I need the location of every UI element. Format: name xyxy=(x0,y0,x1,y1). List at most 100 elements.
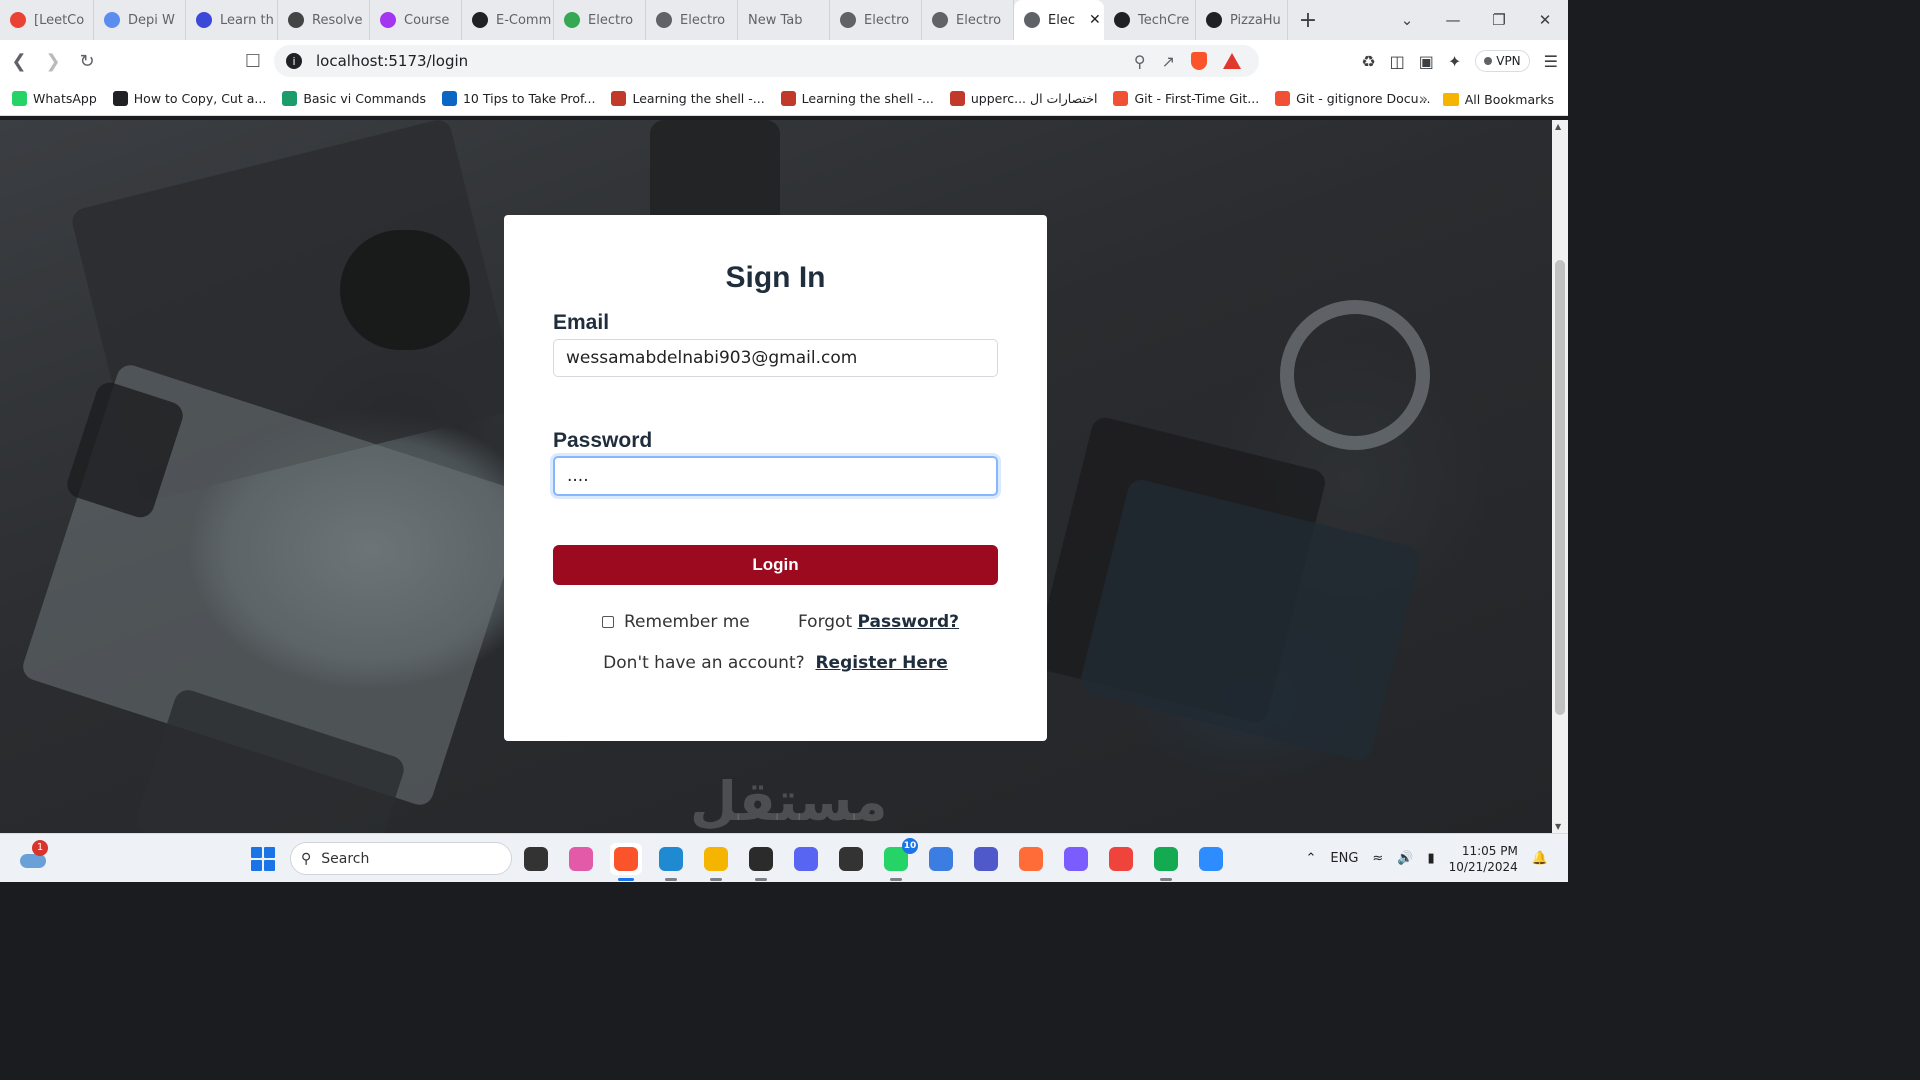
tab-search-chevron-icon[interactable]: ⌄ xyxy=(1384,11,1430,29)
tab-title: Electro xyxy=(680,12,726,28)
file-manager-icon[interactable] xyxy=(520,843,552,875)
browser-tab[interactable]: Electro xyxy=(646,0,738,40)
folder-icon xyxy=(1442,92,1459,106)
register-prompt: Don't have an account? Register Here xyxy=(504,653,1047,673)
vscode-icon[interactable] xyxy=(655,843,687,881)
postman-icon[interactable] xyxy=(1015,843,1047,875)
url-text[interactable]: localhost:5173/login xyxy=(316,52,468,70)
start-button[interactable] xyxy=(251,847,275,871)
bookmark-item[interactable]: Git - gitignore Docu... xyxy=(1267,91,1438,106)
browser-tab[interactable]: TechCre xyxy=(1104,0,1196,40)
password-label: Password xyxy=(553,429,653,452)
browser-tab[interactable]: New Tab xyxy=(738,0,830,40)
bookmark-item[interactable]: WhatsApp xyxy=(4,91,105,106)
bookmark-label: WhatsApp xyxy=(33,91,97,106)
browser-tab[interactable]: PizzaHu xyxy=(1196,0,1288,40)
back-icon[interactable]: ❮ xyxy=(4,51,34,72)
weather-widget[interactable]: 1 xyxy=(18,840,48,870)
address-bar[interactable]: i localhost:5173/login ⚲ ↗ xyxy=(274,45,1259,77)
vpn-button[interactable]: VPN xyxy=(1475,50,1530,72)
forgot-password-link[interactable]: Password? xyxy=(858,612,960,632)
brave-browser-icon[interactable] xyxy=(610,843,642,881)
password-field[interactable] xyxy=(553,456,998,496)
notifications-icon[interactable]: 🔔 xyxy=(1532,851,1548,866)
browser-tab[interactable]: Course xyxy=(370,0,462,40)
notepad-icon[interactable] xyxy=(925,843,957,875)
toolbar-right: ♻ ◫ ▣ ✦ VPN ☰ xyxy=(1361,40,1558,82)
register-link[interactable]: Register Here xyxy=(815,653,947,673)
mongodb-compass-icon[interactable] xyxy=(1150,843,1182,881)
tray-overflow-icon[interactable]: ⌃ xyxy=(1305,851,1316,866)
sidebar-icon[interactable]: ◫ xyxy=(1390,52,1405,71)
bookmark-item[interactable]: Learning the shell -... xyxy=(773,91,942,106)
whatsapp-icon[interactable]: 10 xyxy=(880,838,918,881)
browser-tab[interactable]: Elec ✕ xyxy=(1014,0,1104,40)
brave-shields-icon[interactable] xyxy=(1191,52,1207,70)
browser-tab[interactable]: [LeetCo xyxy=(0,0,94,40)
anydesk-icon[interactable] xyxy=(1105,843,1137,875)
extensions-icon[interactable]: ♻ xyxy=(1361,52,1375,71)
key-icon[interactable]: ⚲ xyxy=(1134,52,1146,71)
teams-icon[interactable] xyxy=(970,843,1002,875)
zoom-icon[interactable] xyxy=(1195,843,1227,875)
all-bookmarks[interactable]: All Bookmarks xyxy=(1442,82,1554,116)
share-icon[interactable]: ↗ xyxy=(1162,52,1175,71)
app-glyph xyxy=(1019,847,1043,871)
bookmark-item[interactable]: Learning the shell -... xyxy=(603,91,772,106)
wallet-icon[interactable]: ▣ xyxy=(1419,52,1434,71)
bookmark-label: Git - gitignore Docu... xyxy=(1296,91,1431,106)
unity-icon[interactable] xyxy=(835,843,867,875)
remember-me-checkbox[interactable] xyxy=(602,616,614,628)
copilot-icon[interactable] xyxy=(565,843,597,875)
bookmark-favicon-icon xyxy=(949,91,965,106)
close-tab-icon[interactable]: ✕ xyxy=(1089,12,1101,28)
site-info-icon[interactable]: i xyxy=(286,53,302,69)
bookmark-icon[interactable]: ☐ xyxy=(238,51,268,72)
new-tab-button[interactable]: + xyxy=(1288,8,1328,33)
wifi-icon[interactable]: ≈ xyxy=(1372,851,1383,866)
browser-tab[interactable]: Electro xyxy=(830,0,922,40)
bookmark-label: Learning the shell -... xyxy=(801,91,934,106)
leo-ai-icon[interactable]: ✦ xyxy=(1448,52,1461,71)
email-field[interactable] xyxy=(553,339,998,377)
browser-tab[interactable]: Electro xyxy=(554,0,646,40)
browser-tab[interactable]: E-Comm xyxy=(462,0,554,40)
login-button[interactable]: Login xyxy=(553,545,998,585)
file-explorer-icon[interactable] xyxy=(700,843,732,881)
taskbar-search[interactable]: ⚲ Search xyxy=(290,842,512,875)
reload-icon[interactable]: ↻ xyxy=(72,51,102,72)
bookmark-item[interactable]: upperc... اختصارات ال xyxy=(942,91,1106,106)
volume-icon[interactable]: 🔊 xyxy=(1397,851,1413,866)
more-bookmarks-icon[interactable]: » xyxy=(1419,90,1428,108)
clock[interactable]: 11:05 PM 10/21/2024 xyxy=(1449,843,1518,875)
minimize-icon[interactable]: — xyxy=(1430,11,1476,29)
browser-tab[interactable]: Depi W xyxy=(94,0,186,40)
browser-tab[interactable]: Learn th xyxy=(186,0,278,40)
menu-icon[interactable]: ☰ xyxy=(1544,52,1558,71)
bookmark-item[interactable]: Basic vi Commands xyxy=(274,91,434,106)
language-indicator[interactable]: ENG xyxy=(1330,851,1358,866)
udemy-course-icon xyxy=(380,12,396,28)
battery-icon[interactable]: ▮ xyxy=(1427,851,1434,866)
scroll-down-icon[interactable]: ▼ xyxy=(1555,822,1561,831)
bookmark-item[interactable]: Git - First-Time Git... xyxy=(1105,91,1267,106)
camera-lens-image xyxy=(340,230,470,350)
scroll-up-icon[interactable]: ▲ xyxy=(1555,122,1561,131)
bookmark-item[interactable]: 10 Tips to Take Prof... xyxy=(434,91,603,106)
discord-icon[interactable] xyxy=(790,843,822,875)
terminal-icon[interactable] xyxy=(745,843,777,881)
globe-icon xyxy=(932,12,948,28)
vpn-status-icon xyxy=(1484,57,1493,65)
browser-tab[interactable]: Resolve xyxy=(278,0,370,40)
close-window-icon[interactable]: ✕ xyxy=(1522,11,1568,29)
messenger-icon[interactable] xyxy=(1060,843,1092,875)
forward-icon[interactable]: ❯ xyxy=(38,51,68,72)
restore-icon[interactable]: ❐ xyxy=(1476,11,1522,29)
scrollbar-thumb[interactable] xyxy=(1555,260,1565,715)
page-scrollbar[interactable]: ▲ ▼ xyxy=(1552,120,1568,833)
remember-me[interactable]: Remember me xyxy=(602,612,750,632)
browser-tab[interactable]: Electro xyxy=(922,0,1014,40)
tab-title: PizzaHu xyxy=(1230,12,1281,28)
brave-rewards-icon[interactable] xyxy=(1223,53,1241,69)
bookmark-item[interactable]: How to Copy, Cut a... xyxy=(105,91,275,106)
